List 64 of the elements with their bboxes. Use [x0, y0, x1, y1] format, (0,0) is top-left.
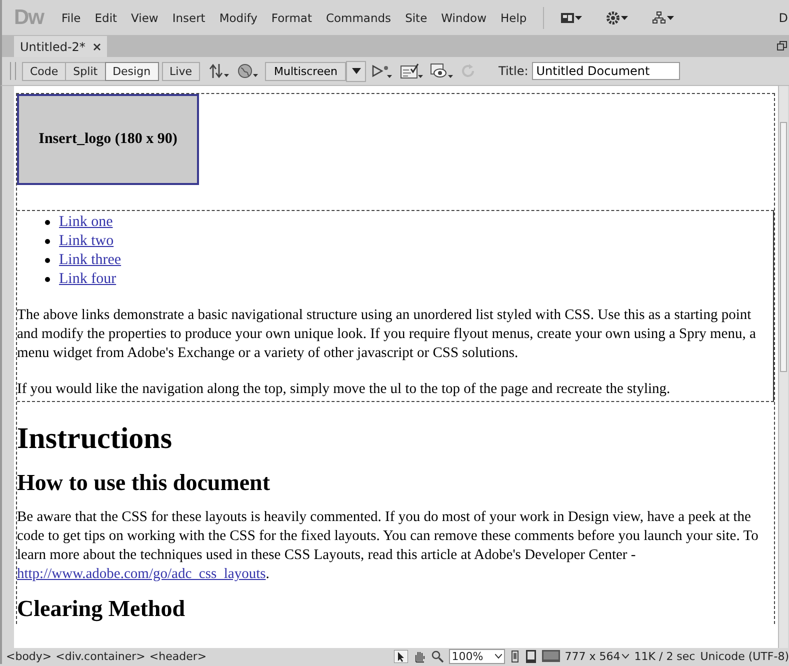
view-button[interactable]: Split: [65, 62, 106, 80]
section-heading: Clearing Method: [17, 595, 186, 624]
restore-icon[interactable]: [777, 41, 787, 51]
placeholder-label: Insert_logo (180 x 90): [38, 131, 178, 148]
phone-icon[interactable]: [510, 650, 520, 662]
menu-item[interactable]: D: [778, 10, 788, 24]
desktop-icon[interactable]: [542, 650, 560, 662]
encoding: Unicode (UTF-8): [700, 650, 789, 662]
layout-icon[interactable]: [560, 10, 584, 24]
paragraph: If you would like the navigation along the top, simply move the ul to the top of the page and recreate the styling.: [17, 380, 672, 399]
bullet-icon: [45, 220, 50, 225]
menu-item[interactable]: File: [62, 10, 81, 24]
inspect-icon[interactable]: [372, 63, 394, 79]
title-field[interactable]: Untitled Document: [532, 62, 680, 80]
preview-icon[interactable]: [430, 63, 454, 79]
zoom-icon[interactable]: [430, 650, 444, 662]
scrollbar[interactable]: [778, 86, 788, 648]
site-map-icon[interactable]: [652, 10, 676, 24]
settings-icon[interactable]: [606, 10, 630, 24]
bullet-icon: [45, 258, 50, 263]
page-heading: Instructions: [17, 421, 174, 457]
dropdown-button[interactable]: [346, 60, 366, 82]
view-button[interactable]: Live: [162, 62, 200, 80]
nav-link[interactable]: Link three: [59, 251, 122, 270]
zoom-field[interactable]: 100%: [448, 648, 505, 664]
menu-item[interactable]: Help: [500, 10, 527, 24]
close-icon[interactable]: [93, 42, 102, 50]
bullet-icon: [45, 239, 50, 244]
view-button[interactable]: Design: [104, 62, 159, 80]
section-heading: How to use this document: [17, 469, 272, 497]
tag-selector[interactable]: <div.container>: [56, 650, 146, 662]
document-tab[interactable]: Untitled-2*: [14, 36, 108, 57]
nav-link[interactable]: Link four: [59, 270, 116, 289]
tablet-icon[interactable]: [524, 650, 537, 662]
menu-item[interactable]: Edit: [94, 10, 118, 24]
menu-item[interactable]: Modify: [219, 10, 258, 24]
window-size[interactable]: 777 x 564: [564, 650, 630, 662]
scroll-thumb[interactable]: [780, 122, 787, 372]
caret-icon: [622, 654, 630, 658]
check-form-icon[interactable]: [400, 63, 424, 79]
menu-item[interactable]: Window: [441, 10, 486, 24]
menu-item[interactable]: View: [131, 10, 158, 24]
caret-icon: [494, 654, 502, 658]
caret-icon: [352, 68, 361, 74]
nav-link[interactable]: Link one: [59, 213, 113, 232]
title-label: Title:: [498, 64, 528, 78]
article-link[interactable]: http://www.adobe.com/go/adc_css_layouts: [17, 566, 266, 582]
paragraph: The above links demonstrate a basic navigational structure using an unordered list styled with CSS. Use this as a starting point and modify the properties to produce your own unique look. If you require flyout menus, create your own using a Spry menu, a menu widget from Adobe's Exchange or a variety of other javascript or CSS solutions.: [17, 306, 757, 363]
paragraph: Be aware that the CSS for these layouts is heavily commented. If you do most of your work in Design view, have a peek at the code to get tips on working with the CSS for the fixed layouts. You can remove these comments before you launch your site. To learn more about the techniques used in these CSS Layouts, read this article at Adobe's Developer Center - http://www.adobe.com/go/adc_css_layouts.: [17, 508, 760, 584]
download-size: 11K / 2 sec: [634, 650, 696, 662]
multiscreen-button[interactable]: Multiscreen: [265, 62, 346, 80]
view-button[interactable]: Code: [22, 62, 66, 80]
menu-item[interactable]: Site: [405, 10, 428, 24]
menu-item[interactable]: Commands: [326, 10, 392, 24]
globe-icon[interactable]: [237, 63, 260, 79]
pointer-icon[interactable]: [394, 650, 408, 662]
nav-link[interactable]: Link two: [59, 232, 114, 251]
tag-selector[interactable]: <header>: [149, 650, 207, 662]
menu-item[interactable]: Format: [271, 10, 312, 24]
app-logo: Dw: [14, 6, 44, 30]
arrows-icon[interactable]: [209, 63, 232, 79]
bullet-icon: [45, 277, 50, 282]
menu-item[interactable]: Insert: [172, 10, 206, 24]
tag-selector[interactable]: <body>: [6, 650, 52, 662]
